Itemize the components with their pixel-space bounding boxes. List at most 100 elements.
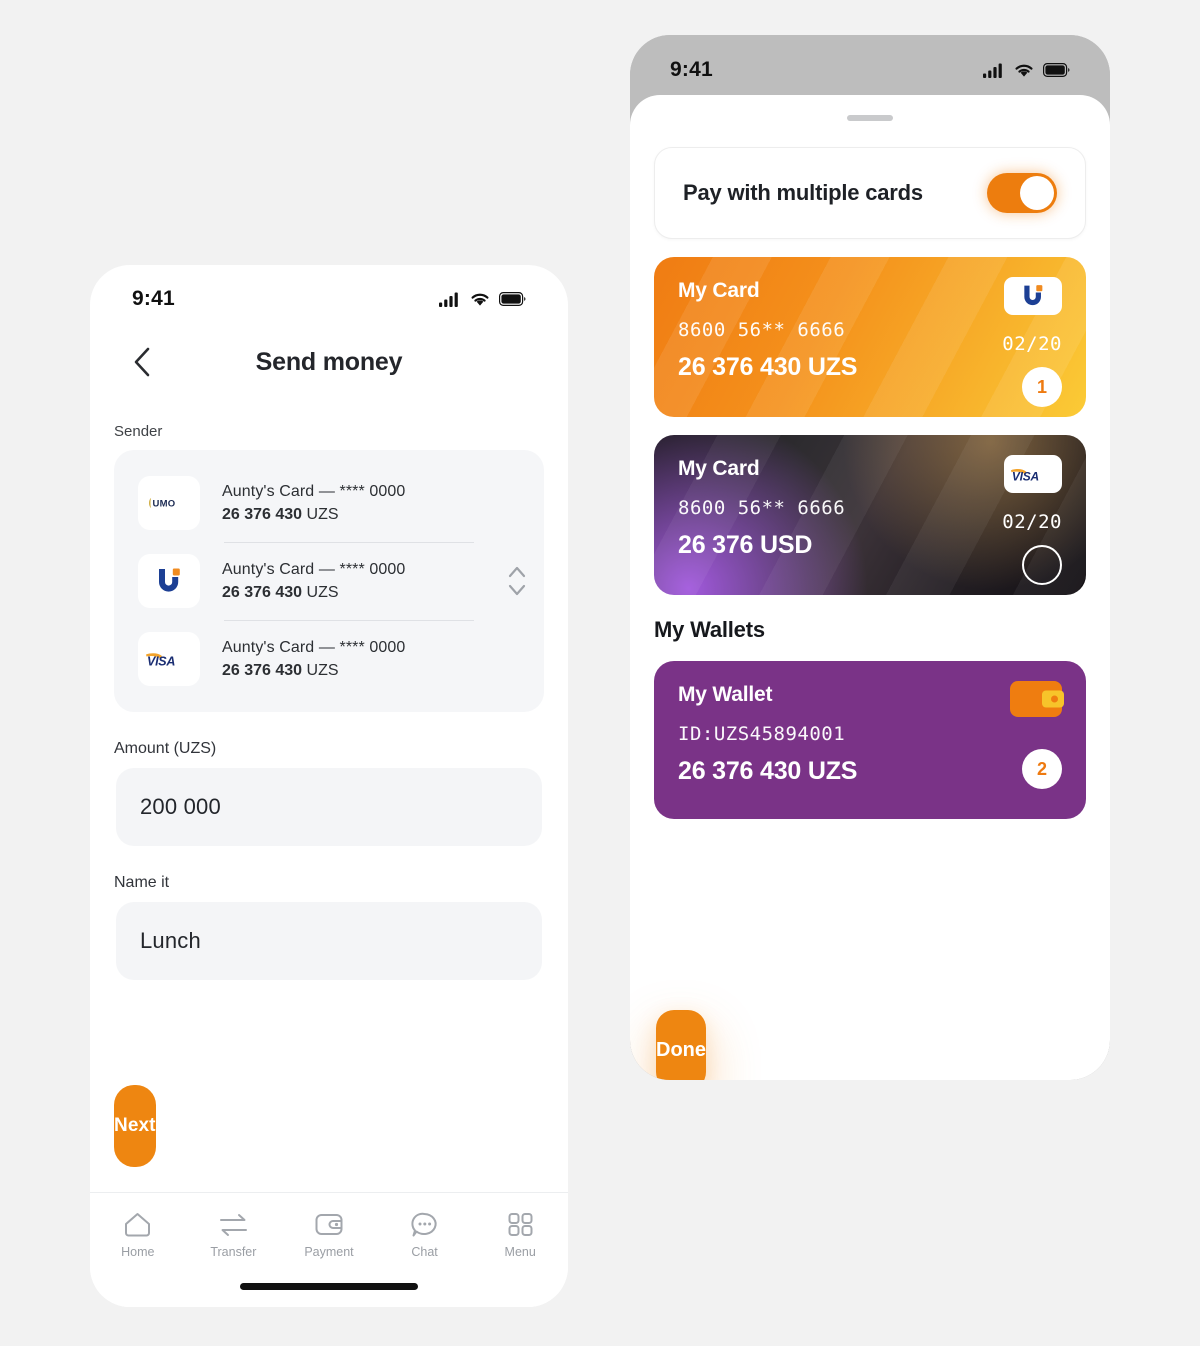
sender-mask: **** 0000: [339, 560, 406, 578]
sender-row-title: Aunty's Card — **** 0000: [222, 483, 405, 501]
brand-tile: [138, 554, 200, 608]
brand-tile: VISA: [1004, 455, 1062, 493]
brand-tile: VISA: [138, 632, 200, 686]
next-button[interactable]: Next: [114, 1085, 156, 1167]
payment-card-uzcard[interactable]: My Card 8600 56** 6666 26 376 430 UZS 02…: [654, 257, 1086, 417]
uzcard-logo-icon: [1024, 285, 1043, 306]
wifi-icon: [1015, 64, 1033, 77]
status-bar-icons: [439, 292, 526, 307]
chevron-left-icon: [134, 347, 150, 377]
phone-send-money: 9:41 Send money Sender UMO Aunty's Card …: [90, 265, 568, 1307]
status-bar-time: 9:41: [670, 58, 713, 81]
tab-menu[interactable]: Menu: [472, 1211, 568, 1259]
card-expiry: 02/20: [1002, 511, 1062, 533]
screenshot-root: 9:41 Send money Sender UMO Aunty's Card …: [0, 0, 1200, 1346]
sender-balance: 26 376 430: [222, 505, 303, 523]
home-indicator: [240, 1283, 418, 1290]
toggle-knob: [1020, 176, 1054, 210]
tab-payment[interactable]: Payment: [281, 1211, 377, 1259]
sheet-grabber[interactable]: [847, 115, 893, 121]
sender-row-text: Aunty's Card — **** 0000 26 376 430 UZS: [222, 483, 405, 524]
transfer-arrows-icon: [219, 1214, 247, 1236]
tab-menu-label: Menu: [504, 1245, 536, 1259]
card-selection-badge[interactable]: 1: [1022, 367, 1062, 407]
sender-balance: 26 376 430: [222, 661, 303, 679]
sender-row-text: Aunty's Card — **** 0000 26 376 430 UZS: [222, 639, 405, 680]
sender-dash: —: [318, 482, 335, 500]
sender-row-balance: 26 376 430 UZS: [222, 584, 405, 602]
pay-multiple-cards-toggle[interactable]: [987, 173, 1057, 213]
sender-row-title: Aunty's Card — **** 0000: [222, 561, 405, 579]
wallet-title: My Wallet: [678, 683, 773, 706]
sender-stepper[interactable]: [490, 562, 544, 600]
svg-text:VISA: VISA: [147, 655, 175, 669]
sender-row[interactable]: VISA Aunty's Card — **** 0000 26 376 430: [114, 620, 490, 698]
wallet-id: ID:UZS45894001: [678, 723, 846, 745]
sender-card-selector[interactable]: UMO Aunty's Card — **** 0000 26 376 430: [114, 450, 544, 712]
navigation-bar: Send money: [90, 323, 568, 401]
sender-currency: UZS: [306, 661, 339, 679]
sender-name: Aunty's Card: [222, 560, 315, 578]
payment-card-visa[interactable]: My Card 8600 56** 6666 26 376 USD VISA 0…: [654, 435, 1086, 595]
sender-row-title: Aunty's Card — **** 0000: [222, 639, 405, 657]
sender-mask: **** 0000: [339, 638, 406, 656]
sender-label: Sender: [114, 423, 163, 440]
status-bar-time: 9:41: [132, 287, 175, 310]
tab-chat[interactable]: Chat: [377, 1211, 473, 1259]
sender-name: Aunty's Card: [222, 482, 315, 500]
card-expiry: 02/20: [1002, 333, 1062, 355]
sender-currency: UZS: [306, 505, 339, 523]
uzcard-logo-icon: [159, 568, 180, 592]
home-icon: [125, 1213, 151, 1237]
wallet-selection-badge[interactable]: 2: [1022, 749, 1062, 789]
sender-row-balance: 26 376 430 UZS: [222, 506, 405, 524]
name-it-label: Name it: [114, 874, 170, 891]
pay-multiple-cards-label: Pay with multiple cards: [683, 180, 923, 205]
bottom-sheet: Pay with multiple cards My Card 8600 56*…: [630, 95, 1110, 1080]
brand-tile: UMO: [138, 476, 200, 530]
sender-row[interactable]: Aunty's Card — **** 0000 26 376 430 UZS: [114, 542, 490, 620]
visa-logo-icon: VISA: [1010, 468, 1039, 483]
sender-row-text: Aunty's Card — **** 0000 26 376 430 UZS: [222, 561, 405, 602]
status-bar-icons: [983, 63, 1070, 78]
wallet-card[interactable]: My Wallet ID:UZS45894001 26 376 430 UZS …: [654, 661, 1086, 819]
bottom-tab-bar: Home Transfer Payment Chat Menu: [90, 1192, 568, 1307]
sender-dash: —: [318, 638, 335, 656]
done-button[interactable]: Done: [656, 1010, 706, 1080]
status-bar-right: 9:41: [630, 35, 1110, 97]
page-title: Send money: [255, 347, 403, 376]
humo-logo-icon: UMO: [149, 498, 176, 510]
back-button[interactable]: [120, 340, 164, 384]
brand-tile: [1004, 277, 1062, 315]
amount-value: 200 000: [140, 794, 221, 819]
svg-text:UMO: UMO: [153, 499, 176, 510]
tab-home-label: Home: [121, 1245, 155, 1259]
wallet-balance: 26 376 430 UZS: [678, 757, 858, 785]
sender-row[interactable]: UMO Aunty's Card — **** 0000 26 376 430: [114, 464, 490, 542]
amount-label: Amount (UZS): [114, 740, 217, 757]
sender-balance: 26 376 430: [222, 583, 303, 601]
card-selection-badge[interactable]: [1022, 545, 1062, 585]
tab-home[interactable]: Home: [90, 1211, 186, 1259]
pay-multiple-cards-row[interactable]: Pay with multiple cards: [654, 147, 1086, 239]
amount-input[interactable]: 200 000: [116, 768, 542, 846]
tab-transfer-label: Transfer: [210, 1245, 257, 1259]
battery-icon: [1043, 63, 1070, 77]
sender-name: Aunty's Card: [222, 638, 315, 656]
name-it-input[interactable]: Lunch: [116, 902, 542, 980]
name-it-value: Lunch: [140, 928, 201, 953]
wallets-section-title: My Wallets: [654, 617, 765, 642]
tab-chat-label: Chat: [411, 1245, 438, 1259]
svg-text:VISA: VISA: [1012, 469, 1039, 483]
tab-transfer[interactable]: Transfer: [186, 1211, 282, 1259]
wallet-icon: [315, 1214, 343, 1235]
sender-row-balance: 26 376 430 UZS: [222, 662, 405, 680]
sender-mask: **** 0000: [339, 482, 406, 500]
grid-menu-icon: [508, 1213, 533, 1236]
chevron-up-down-icon: [508, 566, 526, 596]
sender-dash: —: [318, 560, 335, 578]
visa-logo-icon: VISA: [146, 653, 176, 669]
sender-currency: UZS: [306, 583, 339, 601]
wifi-icon: [471, 293, 489, 306]
battery-icon: [499, 292, 526, 306]
